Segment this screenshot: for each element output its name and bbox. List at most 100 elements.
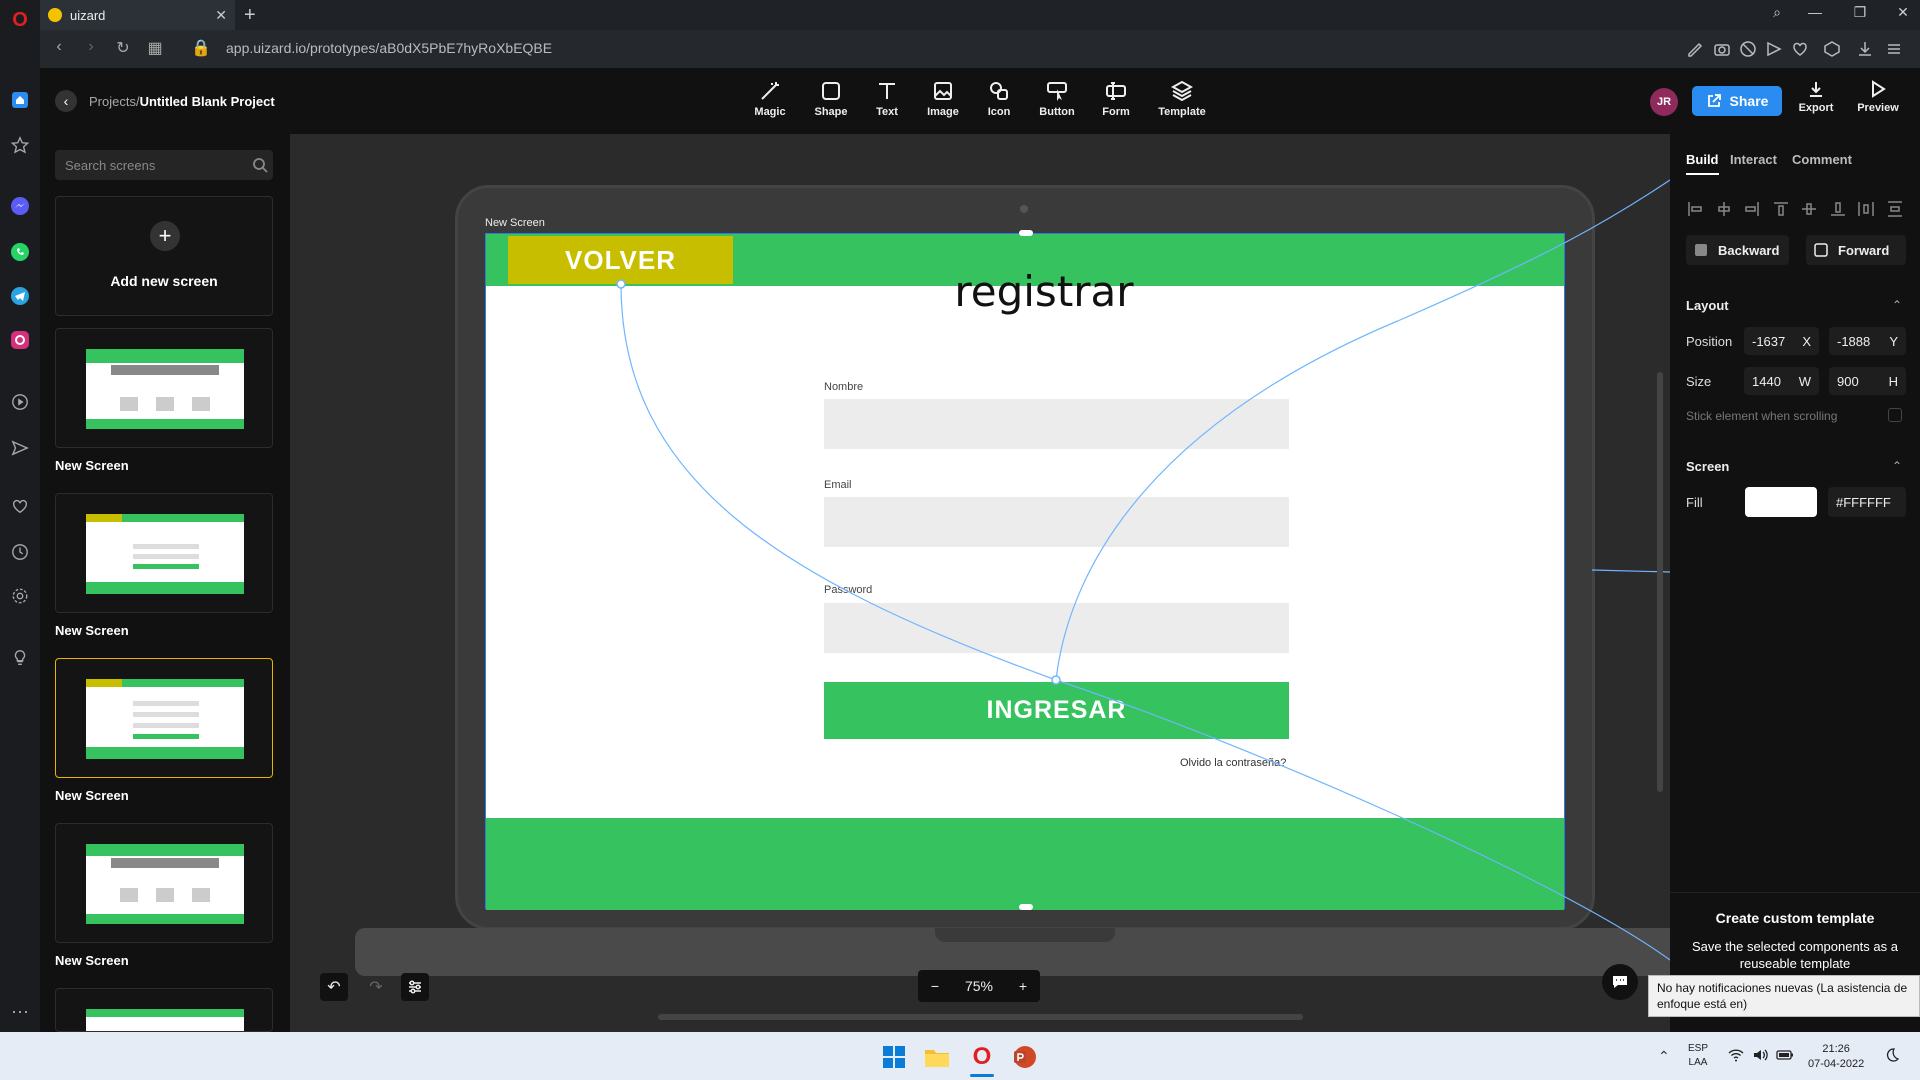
screen-name[interactable]: New Screen [55,623,129,638]
screen-thumbnail[interactable] [55,988,273,1032]
lightbulb-icon[interactable] [8,646,32,670]
tool-form[interactable]: Form [1086,80,1146,118]
search-icon[interactable] [252,157,268,173]
reload-icon[interactable]: ↻ [112,38,134,58]
frame-label[interactable]: New Screen [485,217,545,229]
download-icon[interactable] [1855,39,1875,59]
volume-icon[interactable] [1752,1048,1768,1062]
undo-icon[interactable]: ↶ [320,973,348,1001]
project-name[interactable]: Untitled Blank Project [140,94,275,109]
collapse-screen-chevron-icon[interactable]: ⌃ [1892,459,1902,473]
windows-start-icon[interactable] [882,1045,906,1069]
menu-icon[interactable] [1884,39,1904,59]
search-tabs-icon[interactable]: ⌕ [1762,4,1792,21]
tab-build[interactable]: Build [1686,152,1719,175]
add-new-screen-card[interactable]: + Add new screen [55,196,273,316]
resize-handle-bottom[interactable] [1019,904,1033,910]
instagram-icon[interactable] [8,328,32,352]
restore-window-button[interactable]: ❐ [1845,4,1875,21]
tray-expand-icon[interactable]: ⌃ [1658,1048,1670,1065]
user-avatar[interactable]: JR [1650,88,1678,116]
ingresar-button[interactable]: INGRESAR [824,682,1289,739]
edit-icon[interactable] [1686,39,1706,59]
speed-dial-icon[interactable]: ▦ [144,38,166,58]
screen-name[interactable]: New Screen [55,458,129,473]
zoom-in-icon[interactable]: + [1019,978,1027,994]
align-left-icon[interactable] [1686,200,1704,218]
star-icon[interactable] [8,133,32,157]
wifi-icon[interactable] [1728,1048,1744,1062]
url-text[interactable]: app.uizard.io/prototypes/aB0dX5PbE7hyRoX… [226,40,552,56]
screen-thumbnail[interactable] [55,493,273,613]
fill-hex-input[interactable]: #FFFFFF [1828,487,1906,517]
align-right-icon[interactable] [1743,200,1761,218]
clock[interactable]: 21:26 07-04-2022 [1808,1042,1864,1072]
tool-button[interactable]: Button [1027,80,1087,118]
screen-name[interactable]: New Screen [55,953,129,968]
align-top-icon[interactable] [1772,200,1790,218]
position-x-input[interactable]: -1637 X [1744,327,1819,355]
email-label[interactable]: Email [824,479,852,491]
share-button[interactable]: Share [1692,86,1782,116]
camera-icon[interactable] [1712,39,1732,59]
settings-icon[interactable] [8,584,32,608]
preview-button[interactable]: Preview [1850,80,1906,114]
tool-shape[interactable]: Shape [801,80,861,118]
opera-taskbar-icon[interactable]: O [968,1043,996,1071]
screen-frame[interactable]: VOLVER registrar Nombre Email Password I… [485,233,1565,910]
tool-image[interactable]: Image [913,80,973,118]
align-bottom-icon[interactable] [1829,200,1847,218]
tab-comment[interactable]: Comment [1792,152,1852,167]
send-backward-button[interactable]: Backward [1686,235,1789,265]
horizontal-scrollbar[interactable] [658,1014,1303,1020]
file-explorer-icon[interactable] [924,1045,950,1069]
flow-icon[interactable] [1764,39,1784,59]
nombre-input[interactable] [824,399,1289,449]
screen-thumbnail[interactable] [55,823,273,943]
cube-icon[interactable] [1822,39,1842,59]
nombre-label[interactable]: Nombre [824,381,863,393]
align-center-h-icon[interactable] [1715,200,1733,218]
notifications-moon-icon[interactable] [1884,1047,1900,1063]
distribute-vertical-icon[interactable] [1886,200,1904,218]
align-center-v-icon[interactable] [1800,200,1818,218]
minimize-window-button[interactable]: — [1800,4,1830,20]
breadcrumb-projects[interactable]: Projects [89,94,136,109]
search-screens-input[interactable]: Search screens [55,150,273,180]
powerpoint-icon[interactable] [1012,1045,1038,1069]
fill-color-swatch[interactable] [1745,487,1817,517]
heart-icon[interactable] [1790,39,1810,59]
password-input[interactable] [824,603,1289,653]
send-icon[interactable] [8,436,32,460]
distribute-horizontal-icon[interactable] [1857,200,1875,218]
tab-interact[interactable]: Interact [1730,152,1777,167]
whatsapp-icon[interactable] [8,240,32,264]
zoom-out-icon[interactable]: − [931,978,939,994]
back-icon[interactable]: ‹ [48,38,70,56]
language-indicator[interactable]: ESP LAA [1688,1042,1708,1070]
page-title[interactable]: registrar [486,267,1602,316]
screen-thumbnail[interactable] [55,328,273,448]
collapse-layout-chevron-icon[interactable]: ⌃ [1892,298,1902,312]
email-input[interactable] [824,497,1289,547]
new-tab-button[interactable]: + [244,4,256,27]
password-label[interactable]: Password [824,584,872,596]
messenger-icon[interactable] [8,194,32,218]
vertical-scrollbar[interactable] [1657,372,1663,792]
position-y-input[interactable]: -1888 Y [1829,327,1906,355]
player-icon[interactable] [8,390,32,414]
history-icon[interactable] [8,540,32,564]
more-options-icon[interactable]: ⋯ [8,1000,32,1024]
bring-forward-button[interactable]: Forward [1806,235,1906,265]
back-to-projects-icon[interactable]: ‹ [55,90,77,112]
home-icon[interactable] [8,88,32,112]
tool-magic[interactable]: Magic [740,80,800,118]
screen-name[interactable]: New Screen [55,788,129,803]
screen-thumbnail-selected[interactable] [55,658,273,778]
close-tab-icon[interactable]: ✕ [215,7,227,24]
tool-text[interactable]: Text [857,80,917,118]
tool-icon[interactable]: Icon [969,80,1029,118]
chat-support-icon[interactable] [1602,964,1638,1000]
battery-icon[interactable] [1776,1048,1794,1062]
adblock-icon[interactable] [1738,39,1758,59]
